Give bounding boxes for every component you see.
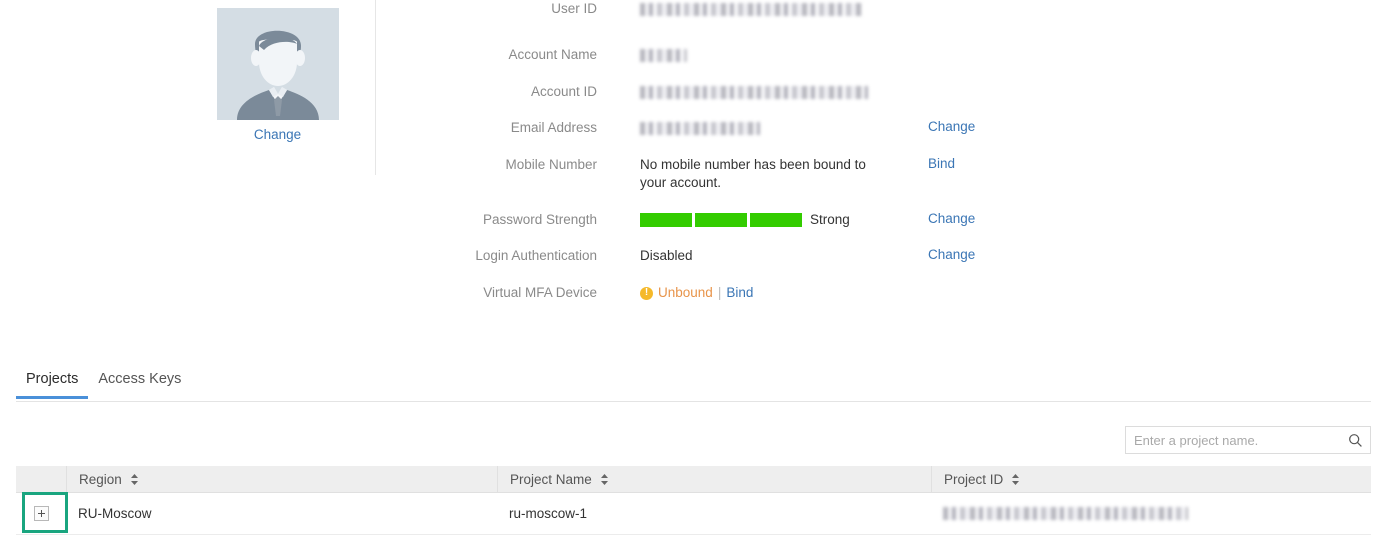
mfa-bind-link[interactable]: Bind bbox=[726, 284, 753, 302]
login-auth-change-link[interactable]: Change bbox=[928, 247, 975, 262]
projects-table: Region Project Name Project ID RU-Moscow… bbox=[16, 465, 1371, 535]
field-row-mobile-number: Mobile Number No mobile number has been … bbox=[0, 156, 1387, 192]
redacted-email-address bbox=[640, 121, 760, 135]
password-strength-label: Strong bbox=[810, 212, 850, 227]
mfa-status-text: Unbound bbox=[658, 285, 713, 300]
warning-circle-icon: ! bbox=[640, 286, 653, 300]
mfa-status-group: ! Unbound | Bind bbox=[640, 284, 940, 302]
table-row: RU-Moscow ru-moscow-1 bbox=[16, 493, 1371, 535]
field-value bbox=[640, 0, 890, 18]
expand-plus-icon[interactable] bbox=[33, 506, 49, 521]
search-icon bbox=[1348, 433, 1362, 447]
field-value: No mobile number has been bound to your … bbox=[640, 157, 866, 190]
field-row-email-address: Email Address Change bbox=[0, 119, 1387, 137]
mfa-separator: | bbox=[717, 285, 722, 300]
field-label: Account Name bbox=[508, 47, 597, 62]
table-header-project-id[interactable]: Project ID bbox=[931, 465, 1371, 493]
avatar bbox=[216, 8, 339, 120]
table-header-region-label: Region bbox=[79, 471, 122, 487]
password-strength-bar-1 bbox=[640, 213, 692, 227]
table-cell-region: RU-Moscow bbox=[78, 506, 152, 521]
sort-arrows-icon bbox=[130, 473, 138, 485]
field-label: User ID bbox=[551, 1, 597, 16]
field-label: Virtual MFA Device bbox=[483, 285, 597, 300]
password-change-link[interactable]: Change bbox=[928, 211, 975, 226]
redacted-project-id bbox=[943, 507, 1188, 520]
table-header-row: Region Project Name Project ID bbox=[16, 465, 1371, 493]
field-row-account-id: Account ID bbox=[0, 83, 1387, 101]
sort-toggle-region[interactable] bbox=[130, 473, 139, 486]
sort-arrows-icon bbox=[600, 473, 608, 485]
table-header-region[interactable]: Region bbox=[66, 465, 497, 493]
sort-toggle-project-id[interactable] bbox=[1011, 473, 1020, 486]
password-strength-meter: Strong bbox=[640, 211, 940, 229]
field-row-account-name: Account Name bbox=[0, 46, 1387, 64]
field-row-password-strength: Password Strength Strong Change bbox=[0, 211, 1387, 229]
password-strength-bar-3 bbox=[750, 213, 802, 227]
field-label: Mobile Number bbox=[505, 157, 597, 172]
search-button[interactable] bbox=[1340, 427, 1370, 453]
user-avatar-icon bbox=[216, 8, 339, 120]
field-value bbox=[640, 46, 890, 64]
table-header-expand bbox=[16, 466, 66, 493]
email-change-link[interactable]: Change bbox=[928, 119, 975, 134]
tab-bar: Projects Access Keys bbox=[16, 370, 1371, 402]
sort-toggle-project-name[interactable] bbox=[600, 473, 609, 486]
field-row-login-authentication: Login Authentication Disabled Change bbox=[0, 247, 1387, 265]
field-value: Strong bbox=[640, 211, 940, 229]
field-value bbox=[640, 83, 890, 101]
field-row-user-id: User ID bbox=[0, 0, 1387, 18]
mobile-bind-link[interactable]: Bind bbox=[928, 156, 955, 171]
account-profile-section: Change User ID Account Name Account ID E… bbox=[0, 0, 1387, 360]
field-label: Password Strength bbox=[482, 212, 597, 227]
field-value bbox=[640, 119, 890, 137]
profile-page: Change User ID Account Name Account ID E… bbox=[0, 0, 1387, 555]
field-label: Login Authentication bbox=[475, 248, 597, 263]
table-cell-project-id bbox=[931, 493, 1371, 535]
field-label: Account ID bbox=[530, 84, 597, 99]
field-value: ! Unbound | Bind bbox=[640, 284, 940, 302]
table-header-project-name[interactable]: Project Name bbox=[497, 465, 931, 493]
tab-projects[interactable]: Projects bbox=[16, 370, 89, 399]
field-row-virtual-mfa-device: Virtual MFA Device ! Unbound | Bind bbox=[0, 284, 1387, 302]
field-label: Email Address bbox=[510, 120, 597, 135]
tab-access-keys[interactable]: Access Keys bbox=[88, 370, 191, 398]
password-strength-bar-2 bbox=[695, 213, 747, 227]
table-cell-expand bbox=[16, 493, 66, 535]
table-header-project-name-label: Project Name bbox=[510, 471, 592, 487]
table-header-project-id-label: Project ID bbox=[944, 471, 1004, 487]
redacted-account-id bbox=[640, 85, 868, 99]
redacted-account-name bbox=[640, 48, 687, 62]
field-value: Disabled bbox=[640, 248, 693, 263]
redacted-user-id bbox=[640, 2, 862, 16]
table-cell-project-name: ru-moscow-1 bbox=[509, 506, 588, 521]
search-input[interactable] bbox=[1126, 427, 1340, 453]
sort-arrows-icon bbox=[1012, 473, 1020, 485]
project-search bbox=[1125, 426, 1371, 454]
